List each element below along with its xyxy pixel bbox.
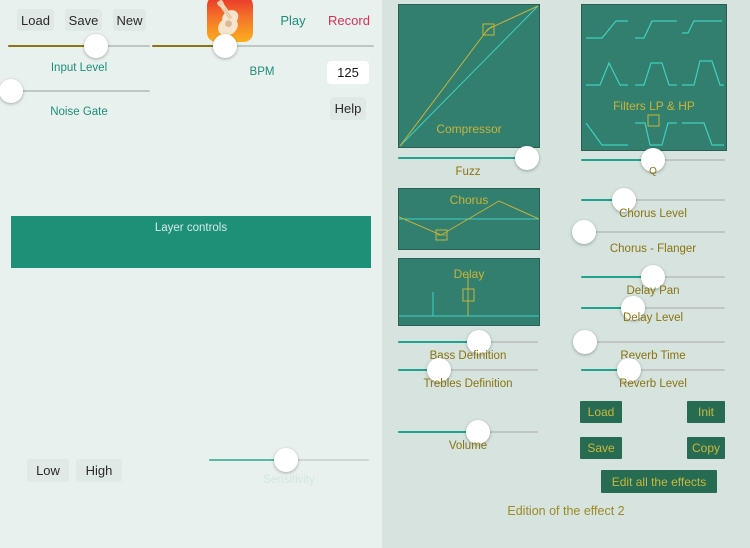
noise-gate-track <box>8 90 150 92</box>
chorus-level-label: Chorus Level <box>619 208 687 220</box>
input-level-slider[interactable] <box>8 34 150 60</box>
layer-controls-title: Layer controls <box>154 222 228 234</box>
chorus-flanger-label: Chorus - Flanger <box>609 243 697 255</box>
trebles-definition-label: Trebles Definition <box>423 378 513 390</box>
chorus-flanger-knob[interactable] <box>571 220 596 244</box>
sensitivity-knob[interactable] <box>273 448 298 472</box>
fuzz-fill <box>398 157 527 159</box>
compressor-graph[interactable]: Compressor <box>398 4 540 148</box>
record-button[interactable]: Record <box>323 9 375 31</box>
layer-high-button[interactable]: High <box>76 459 122 482</box>
preset-init-button[interactable]: Init <box>687 401 725 423</box>
edit-all-effects-button[interactable]: Edit all the effects <box>601 470 717 493</box>
effects-app-window: Load Save New Play Record Input Level BP… <box>0 0 750 548</box>
layer-controls-panel: Layer controls Low High Sensitivity <box>11 216 371 486</box>
reverb-level-label: Reverb Level <box>619 378 687 390</box>
bpm-label: BPM <box>249 66 275 78</box>
input-level-knob[interactable] <box>84 34 109 58</box>
play-button[interactable]: Play <box>272 9 314 31</box>
q-label: Q <box>649 166 657 177</box>
delay-level-label: Delay Level <box>622 312 684 324</box>
preset-copy-button[interactable]: Copy <box>687 437 725 459</box>
noise-gate-label: Noise Gate <box>50 106 108 118</box>
new-button[interactable]: New <box>113 9 146 31</box>
save-button[interactable]: Save <box>65 9 102 31</box>
input-level-label: Input Level <box>50 62 108 74</box>
help-button[interactable]: Help <box>330 97 366 120</box>
chorus-graph[interactable]: Chorus <box>398 188 540 250</box>
reverb-time-track <box>581 341 725 343</box>
chorus-flanger-track <box>581 231 725 233</box>
noise-gate-slider[interactable] <box>0 79 150 105</box>
preset-save-button[interactable]: Save <box>580 437 622 459</box>
left-panel: Load Save New Play Record Input Level BP… <box>0 0 382 548</box>
fuzz-label: Fuzz <box>455 166 481 178</box>
volume-label: Volume <box>448 440 488 452</box>
input-level-fill <box>8 45 97 47</box>
bpm-slider[interactable] <box>152 34 374 60</box>
bpm-value-field[interactable]: 125 <box>327 61 369 84</box>
layer-low-button[interactable]: Low <box>27 459 69 482</box>
noise-gate-knob[interactable] <box>0 79 23 103</box>
sensitivity-slider[interactable] <box>209 448 369 474</box>
bpm-knob[interactable] <box>213 34 238 58</box>
status-text: Edition of the effect 2 <box>507 504 625 518</box>
filters-graph[interactable]: Filters LP & HP <box>581 4 727 151</box>
right-panel: Compressor Fuzz Chorus Delay Bass Defini… <box>382 0 750 548</box>
preset-load-button[interactable]: Load <box>580 401 622 423</box>
sensitivity-label: Sensitivity <box>263 474 315 486</box>
load-button[interactable]: Load <box>17 9 54 31</box>
delay-graph[interactable]: Delay <box>398 258 540 326</box>
